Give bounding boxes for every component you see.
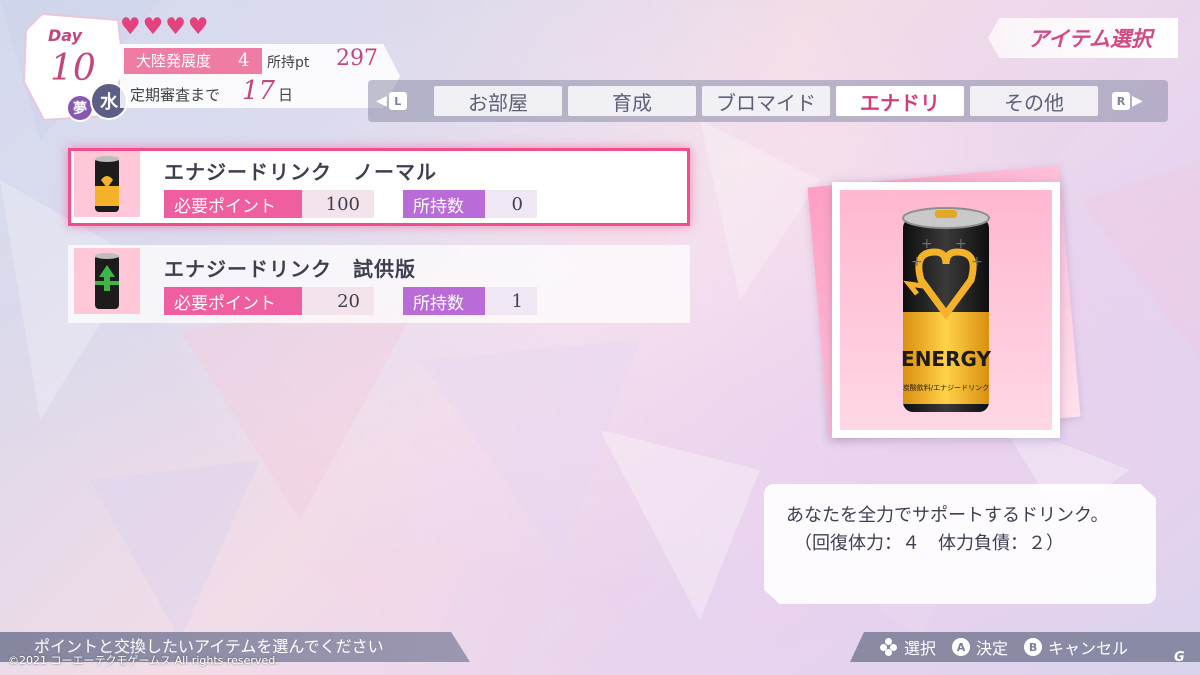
svg-text:+: + [911,254,923,270]
select-control[interactable]: 選択 [880,635,936,659]
category-tabs: ◀ L お部屋 育成 ブロマイド エナドリ その他 R ▶ [368,80,1168,122]
development-value: 4 [238,50,250,71]
owned-count-value: 1 [485,287,537,315]
item-description: あなたを全力でサポートするドリンク。 （回復体力：４ 体力負債：２） [764,484,1156,604]
tab-energy-drink[interactable]: エナドリ [836,86,964,116]
tab-room[interactable]: お部屋 [434,86,562,116]
item-name: エナジードリンク ノーマル [164,160,437,184]
select-label: 選択 [904,639,937,658]
svg-text:+: + [971,254,983,270]
description-text: あなたを全力でサポートするドリンク。 [786,505,1109,526]
item-thumbnail [74,248,140,314]
chevron-left-icon: ◀ [376,93,387,109]
owned-count-label: 所持数 [403,190,485,218]
svg-text:+: + [921,236,933,252]
site-watermark: G [1174,650,1185,665]
item-row-energy-trial[interactable]: エナジードリンク 試供版 必要ポイント 20 所持数 1 [68,245,690,323]
can-sublabel: 炭酸飲料/エナジードリンク [903,383,989,392]
l-button-icon: L [388,92,407,110]
chevron-right-icon: ▶ [1132,93,1143,109]
confirm-button[interactable]: A 決定 [952,635,1008,659]
tab-other[interactable]: その他 [970,86,1098,116]
r-button-icon: R [1112,92,1130,110]
tab-next-button[interactable]: R ▶ [1112,89,1143,113]
confirm-label: 決定 [976,639,1009,658]
item-name: エナジードリンク 試供版 [164,257,416,281]
points-label: 所持pt [267,55,310,71]
affection-hearts: ♥ ♥ ♥ ♥ [120,16,209,39]
item-row-energy-normal[interactable]: エナジードリンク ノーマル 必要ポイント 100 所持数 0 [68,148,690,226]
cancel-label: キャンセル [1048,639,1129,658]
item-preview: + + + + ENERGY 炭酸飲料/エナジードリンク [832,182,1060,438]
heart-icon: ♥ [187,14,209,40]
day-label: Day [48,26,83,45]
points-value: 297 [336,46,378,71]
owned-count-value: 0 [485,190,537,218]
required-points-value: 20 [302,287,374,315]
owned-count-label: 所持数 [403,287,485,315]
item-preview-image: + + + + ENERGY 炭酸飲料/エナジードリンク [840,190,1052,430]
review-label: 定期審査まで [130,86,221,104]
heart-icon: ♥ [120,14,141,40]
energy-can-large-icon: + + + + ENERGY 炭酸飲料/エナジードリンク [901,207,991,412]
tab-bromide[interactable]: ブロマイド [702,86,830,116]
tab-prev-button[interactable]: ◀ L [376,89,407,113]
heart-icon: ♥ [142,14,164,40]
a-button-icon: A [952,638,971,656]
can-label: ENERGY [901,347,991,371]
required-points-label: 必要ポイント [164,190,302,218]
description-stats: （回復体力：４ 体力負債：２） [794,533,1064,554]
day-number: 10 [50,48,96,89]
tab-training[interactable]: 育成 [568,86,696,116]
required-points: 必要ポイント 20 [164,287,374,315]
owned-count: 所持数 1 [403,287,537,315]
button-guide: 選択 A 決定 B キャンセル [850,632,1200,662]
owned-count: 所持数 0 [403,190,537,218]
copyright: ©2021 コーエーテクモゲームス All rights reserved. [8,654,279,667]
heart-icon: ♥ [165,14,186,40]
svg-text:+: + [955,236,967,252]
b-button-icon: B [1024,638,1043,656]
review-days: 17 [242,76,276,106]
screen-title: アイテム選択 [988,18,1178,58]
review-unit: 日 [278,86,294,104]
energy-can-icon [95,156,119,212]
dpad-icon [880,638,898,656]
required-points: 必要ポイント 100 [164,190,374,218]
cancel-button[interactable]: B キャンセル [1024,635,1128,659]
required-points-value: 100 [302,190,374,218]
energy-can-icon [95,253,119,309]
item-thumbnail [74,151,140,217]
required-points-label: 必要ポイント [164,287,302,315]
